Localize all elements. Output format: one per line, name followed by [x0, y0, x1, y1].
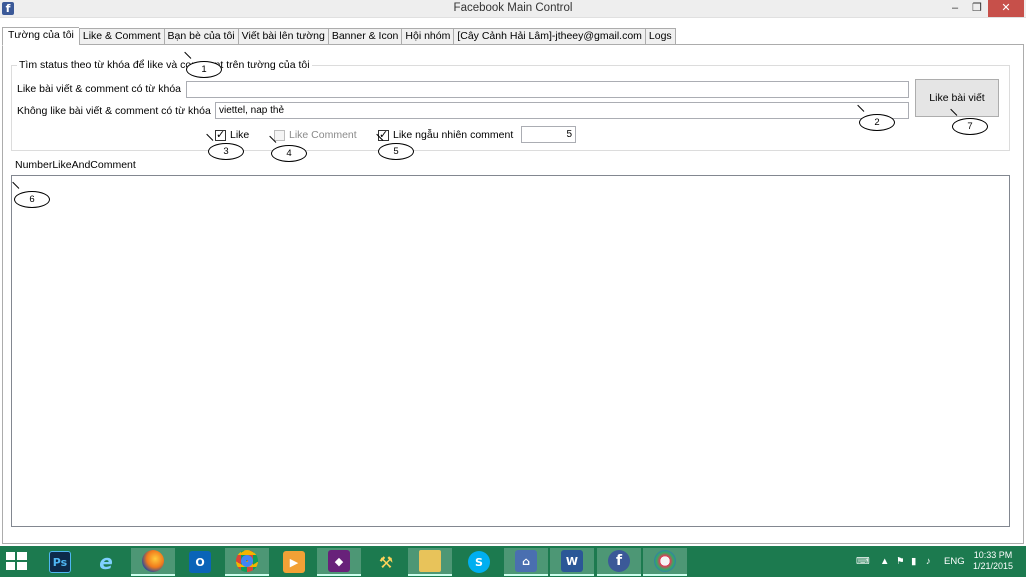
firefox-taskbar-item[interactable]	[131, 548, 175, 576]
paint-taskbar-item[interactable]	[643, 548, 687, 576]
restore-button[interactable]: ❐	[966, 0, 988, 17]
network-taskbar-item[interactable]: ⌂	[504, 548, 548, 576]
random-comment-checkbox[interactable]: ✓ Like ngẫu nhiên comment	[378, 129, 513, 141]
like-comment-checkbox-box[interactable]	[274, 129, 285, 141]
file-explorer-icon	[419, 550, 441, 572]
media-player-icon: ▶	[283, 551, 305, 573]
chrome-icon	[236, 550, 258, 572]
tab-strip: Tường của tôi Like & Comment Bạn bè của …	[2, 27, 676, 46]
callout-1: 1	[186, 61, 222, 78]
outlook-taskbar-item[interactable]: O	[178, 548, 222, 576]
show-hidden-icons[interactable]: ▲	[880, 546, 889, 577]
internet-explorer-taskbar-item[interactable]: e	[84, 548, 128, 576]
word-icon: W	[561, 550, 583, 572]
like-checkbox-box[interactable]: ✓	[215, 129, 226, 141]
callout-5: 5	[378, 143, 414, 160]
like-keyword-input[interactable]	[186, 81, 909, 98]
skip-keyword-label: Không like bài viết & comment có từ khóa	[17, 105, 211, 117]
like-comment-checkbox-label: Like Comment	[289, 129, 357, 141]
volume-icon[interactable]: ♪	[926, 546, 931, 577]
visual-studio-taskbar-item[interactable]: ◆	[317, 548, 361, 576]
main-window: Tường của tôi Like & Comment Bạn bè của …	[0, 18, 1026, 546]
paint-icon	[654, 550, 676, 572]
number-like-comment-label: NumberLikeAndComment	[15, 159, 136, 171]
tab-write-post[interactable]: Viết bài lên tường	[237, 28, 328, 45]
group-legend: Tìm status theo từ khóa để like và comme…	[17, 59, 312, 71]
skype-taskbar-item[interactable]: S	[457, 548, 501, 576]
clock-date: 1/21/2015	[972, 561, 1014, 571]
facebook-icon: f	[608, 550, 630, 572]
chrome-taskbar-item[interactable]	[225, 548, 269, 576]
keyboard-icon[interactable]: ⌨	[856, 546, 870, 577]
like-checkbox[interactable]: ✓ Like	[215, 129, 249, 141]
word-taskbar-item[interactable]: W	[550, 548, 594, 576]
tools-taskbar-item[interactable]: ⚒	[364, 548, 408, 576]
facebook-taskbar-item[interactable]: f	[597, 548, 641, 576]
random-comment-checkbox-label: Like ngẫu nhiên comment	[393, 129, 514, 141]
visual-studio-icon: ◆	[328, 550, 350, 572]
photoshop-icon: Ps	[49, 551, 71, 573]
tab-account[interactable]: [Cây Cảnh Hải Lâm]-jtheey@gmail.com	[453, 28, 645, 45]
tools-icon: ⚒	[378, 552, 394, 572]
like-keyword-label: Like bài viết & comment có từ khóa	[17, 83, 182, 95]
callout-7: 7	[952, 118, 988, 135]
minimize-button[interactable]: –	[944, 0, 966, 17]
start-icon[interactable]	[6, 552, 28, 572]
callout-3: 3	[208, 143, 244, 160]
close-button[interactable]: ✕	[988, 0, 1024, 17]
like-posts-button[interactable]: Like bài viết	[915, 79, 999, 117]
random-count-input[interactable]	[521, 126, 576, 143]
clock-time: 10:33 PM	[973, 550, 1013, 560]
taskbar: Ps e O ▶ ◆ ⚒ S ⌂ W f ⌨ ▲ ⚑ ▮ ♪ ENG 10:33…	[0, 546, 1026, 577]
tab-like-comment[interactable]: Like & Comment	[78, 28, 164, 45]
tab-logs[interactable]: Logs	[644, 28, 676, 45]
internet-explorer-icon: e	[99, 550, 113, 574]
tab-groups[interactable]: Hội nhóm	[401, 28, 454, 45]
results-listbox[interactable]	[11, 175, 1010, 527]
skip-keyword-input[interactable]	[215, 102, 909, 119]
callout-4: 4	[271, 145, 307, 162]
media-player-taskbar-item[interactable]: ▶	[272, 548, 316, 576]
photoshop-taskbar-item[interactable]: Ps	[38, 548, 82, 576]
flag-icon[interactable]: ⚑	[896, 546, 905, 577]
like-checkbox-label: Like	[230, 129, 250, 141]
tab-banner-icon[interactable]: Banner & Icon	[327, 28, 402, 45]
title-bar: f Facebook Main Control – ❐ ✕	[0, 0, 1026, 18]
language-indicator[interactable]: ENG	[944, 546, 965, 577]
outlook-icon: O	[189, 551, 211, 573]
firefox-icon	[142, 550, 164, 572]
clock[interactable]: 10:33 PM 1/21/2015	[966, 550, 1020, 572]
callout-2: 2	[859, 114, 895, 131]
like-comment-checkbox[interactable]: Like Comment	[274, 129, 357, 141]
network-tray-icon[interactable]: ▮	[911, 546, 916, 577]
window-title: Facebook Main Control	[453, 2, 573, 14]
file-explorer-taskbar-item[interactable]	[408, 548, 452, 576]
tab-my-wall[interactable]: Tường của tôi	[2, 27, 79, 46]
callout-6: 6	[14, 191, 50, 208]
network-icon: ⌂	[515, 550, 537, 572]
tab-my-friends[interactable]: Bạn bè của tôi	[163, 28, 238, 45]
skype-icon: S	[468, 551, 490, 573]
